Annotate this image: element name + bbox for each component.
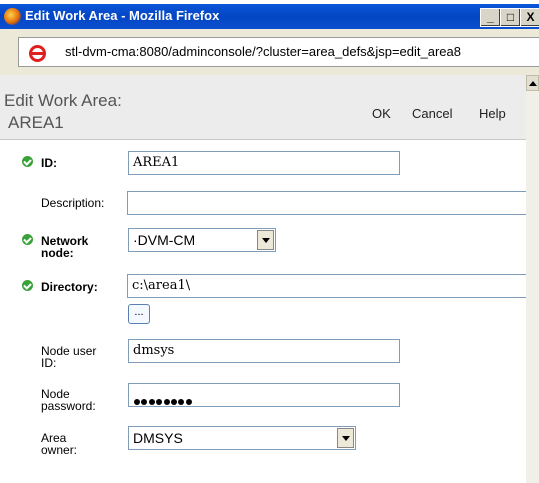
password-dot <box>185 399 192 405</box>
node-password-input[interactable] <box>128 383 400 407</box>
network-node-label: Network node: <box>41 234 89 260</box>
address-bar[interactable]: stl-dvm-cma:8080/adminconsole/?cluster=a… <box>18 37 539 67</box>
description-input[interactable] <box>127 191 527 215</box>
password-dot <box>163 399 170 405</box>
directory-label: Directory: <box>41 280 98 294</box>
firefox-icon <box>4 8 21 25</box>
area-owner-label: Area owner: <box>41 431 78 457</box>
description-label: Description: <box>41 196 105 210</box>
password-dot <box>178 399 185 405</box>
window-titlebar: Edit Work Area - Mozilla Firefox _ □ X <box>0 4 539 29</box>
node-user-id-value: dmsys <box>133 343 175 358</box>
network-node-select[interactable]: ·DVM-CM <box>128 228 276 252</box>
page-title: Edit Work Area: AREA1 <box>4 90 122 134</box>
area-owner-select[interactable]: DMSYS <box>128 426 356 450</box>
node-user-id-label: Node user ID: <box>41 344 97 370</box>
browse-directory-button[interactable]: ... <box>128 304 150 324</box>
window-title: Edit Work Area - Mozilla Firefox <box>25 8 220 23</box>
url-text[interactable]: stl-dvm-cma:8080/adminconsole/?cluster=a… <box>65 44 461 59</box>
maximize-button[interactable]: □ <box>500 8 521 27</box>
directory-value: c:\area1\ <box>132 278 191 293</box>
ok-link[interactable]: OK <box>372 106 391 121</box>
id-input[interactable]: AREA1 <box>128 151 400 175</box>
page-title-line1: Edit Work Area: <box>4 91 122 110</box>
directory-input[interactable]: c:\area1\ <box>127 274 527 298</box>
password-dot <box>141 399 148 405</box>
page-content: Edit Work Area: AREA1 OK Cancel Help ID:… <box>0 75 539 483</box>
site-identity-icon[interactable] <box>29 45 46 62</box>
network-node-value: ·DVM-CM <box>133 232 196 248</box>
area-owner-value: DMSYS <box>133 430 183 446</box>
address-bar-area: stl-dvm-cma:8080/adminconsole/?cluster=a… <box>0 29 539 75</box>
id-label: ID: <box>41 156 57 170</box>
password-dot <box>170 399 177 405</box>
chevron-down-icon[interactable] <box>337 428 354 448</box>
chevron-down-icon[interactable] <box>257 230 274 250</box>
node-user-id-input[interactable]: dmsys <box>128 339 400 363</box>
vertical-scrollbar[interactable] <box>526 75 539 483</box>
page-title-area-name: AREA1 <box>8 113 64 132</box>
password-dot <box>148 399 155 405</box>
required-check-icon <box>22 280 33 291</box>
cancel-link[interactable]: Cancel <box>412 106 452 121</box>
required-check-icon <box>22 156 33 167</box>
node-password-label: Node password: <box>41 387 96 413</box>
required-check-icon <box>22 234 33 245</box>
close-button[interactable]: X <box>520 8 539 27</box>
password-dot <box>134 399 140 405</box>
minimize-button[interactable]: _ <box>480 8 501 27</box>
page-header: Edit Work Area: AREA1 OK Cancel Help <box>0 75 539 140</box>
help-link[interactable]: Help <box>479 106 506 121</box>
password-dot <box>156 399 163 405</box>
id-value: AREA1 <box>133 155 180 170</box>
password-mask <box>134 390 193 409</box>
scroll-up-arrow-icon[interactable] <box>526 75 539 91</box>
